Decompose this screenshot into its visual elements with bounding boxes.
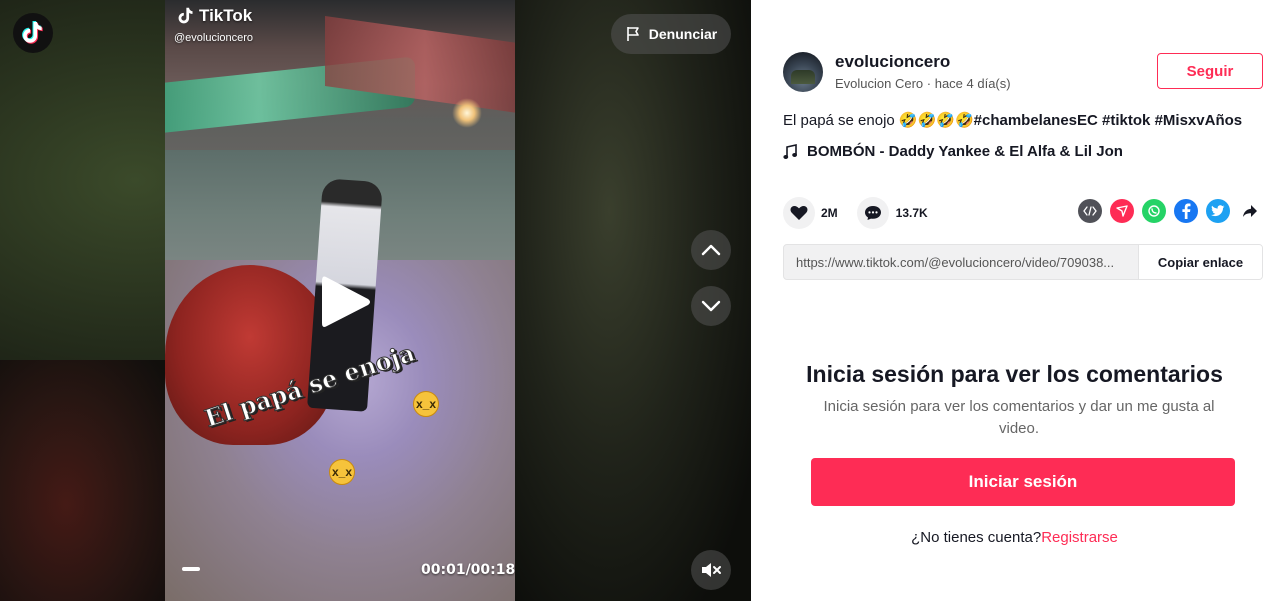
report-label: Denunciar — [648, 26, 718, 42]
like-count: 2M — [821, 206, 838, 220]
post-caption: El papá se enojo 🤣🤣🤣🤣#chambelanesEC #tik… — [783, 111, 1242, 129]
author-subline: Evolucion Cero · hace 4 día(s) — [835, 76, 1011, 91]
login-prompt-subtitle: Inicia sesión para ver los comentarios y… — [823, 398, 1215, 437]
whatsapp-icon[interactable] — [1142, 199, 1166, 223]
video-time: 00:01/00:18 — [421, 562, 515, 578]
embed-icon[interactable] — [1078, 199, 1102, 223]
play-icon[interactable] — [320, 273, 372, 331]
engagement-stats: 2M 13.7K — [783, 197, 928, 229]
background-blur — [0, 360, 165, 601]
music-link[interactable]: BOMBÓN - Daddy Yankee & El Alfa & Lil Jo… — [783, 143, 1123, 160]
comment-button[interactable] — [856, 197, 889, 229]
progress-bar[interactable] — [182, 567, 200, 571]
crying-laughing-emoji-icon: x_x — [413, 391, 439, 417]
mute-button[interactable] — [691, 550, 731, 590]
signup-link[interactable]: Registrarse — [1041, 529, 1118, 546]
chevron-up-icon — [701, 244, 721, 256]
music-title: BOMBÓN - Daddy Yankee & El Alfa & Lil Jo… — [807, 143, 1123, 160]
hashtag-link[interactable]: #MisxvAños — [1155, 112, 1243, 129]
previous-video-button[interactable] — [691, 230, 731, 270]
no-account-text: ¿No tienes cuenta? — [911, 529, 1042, 546]
video-watermark: TikTok — [177, 6, 252, 26]
twitter-icon[interactable] — [1206, 199, 1230, 223]
crying-laughing-emoji-icon: x_x — [329, 459, 355, 485]
details-panel: evolucioncero Evolucion Cero · hace 4 dí… — [751, 0, 1278, 601]
avatar[interactable] — [783, 52, 823, 92]
share-arrow-icon[interactable] — [1238, 199, 1262, 223]
copy-link-button[interactable]: Copiar enlace — [1138, 245, 1262, 279]
facebook-icon[interactable] — [1174, 199, 1198, 223]
music-note-icon — [783, 143, 797, 159]
copy-link-box: https://www.tiktok.com/@evolucioncero/vi… — [783, 244, 1263, 280]
volume-muted-icon — [702, 563, 721, 577]
next-video-button[interactable] — [691, 286, 731, 326]
send-to-friends-icon[interactable] — [1110, 199, 1134, 223]
tiktok-logo-icon[interactable] — [13, 13, 53, 53]
like-button[interactable] — [783, 197, 815, 229]
video-link-url[interactable]: https://www.tiktok.com/@evolucioncero/vi… — [784, 245, 1138, 279]
tiktok-note-icon — [178, 7, 193, 24]
share-icons — [1078, 199, 1262, 223]
video-stage: TikTok @evolucioncero El papá se enoja x… — [0, 0, 751, 601]
caption-text: El papá se enojo — [783, 112, 899, 129]
caption-emojis: 🤣🤣🤣🤣 — [898, 112, 974, 129]
login-prompt-title: Inicia sesión para ver los comentarios — [806, 361, 1223, 387]
follow-button[interactable]: Seguir — [1157, 53, 1263, 89]
author-username[interactable]: evolucioncero — [835, 52, 950, 72]
heart-icon — [790, 205, 808, 220]
watermark-handle: @evolucioncero — [174, 32, 254, 44]
signup-prompt: ¿No tienes cuenta?Registrarse — [751, 529, 1278, 546]
flag-icon — [626, 27, 639, 41]
hashtag-link[interactable]: #tiktok — [1102, 112, 1150, 129]
chevron-down-icon — [701, 300, 721, 312]
hashtag-link[interactable]: #chambelanesEC — [974, 112, 1098, 129]
watermark-brand: TikTok — [199, 6, 253, 25]
comment-icon — [864, 206, 881, 220]
report-button[interactable]: Denunciar — [611, 14, 731, 54]
login-button[interactable]: Iniciar sesión — [811, 458, 1235, 506]
video-player[interactable]: TikTok @evolucioncero El papá se enoja x… — [165, 0, 515, 601]
comment-count: 13.7K — [895, 206, 928, 220]
